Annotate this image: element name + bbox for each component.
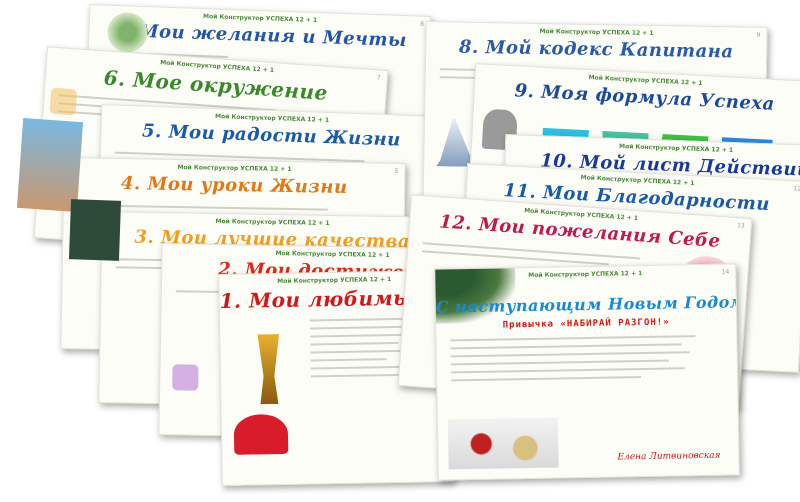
chalkboard-photo xyxy=(68,199,122,261)
slide-number: 13 xyxy=(736,222,745,230)
body-text xyxy=(450,335,723,388)
slide-collage: Мой Конструктор УСПЕХА 12 + 1 8 7. Мои ж… xyxy=(0,0,800,502)
gift-heart-icon xyxy=(233,413,289,455)
slide-number: 7 xyxy=(376,74,381,82)
puzzle-piece-icon xyxy=(172,364,199,391)
slide-new-year: Мой Конструктор УСПЕХА 12 + 1 14 С насту… xyxy=(434,263,740,481)
slide-number: 5 xyxy=(394,167,399,175)
slide-number: 9 xyxy=(756,31,761,39)
slide-title: С наступающим Новым Годом! xyxy=(435,292,740,317)
christmas-ornaments-icon xyxy=(447,417,559,470)
slide-number: 12 xyxy=(793,185,800,193)
slide-number: 14 xyxy=(721,268,730,276)
puzzle-piece-icon xyxy=(49,87,78,116)
christmas-tree-icon xyxy=(106,11,149,54)
signature: Елена Литвиновская xyxy=(617,450,721,463)
slide-number: 8 xyxy=(420,20,425,28)
trophy-icon xyxy=(250,334,287,405)
couple-photo xyxy=(16,118,84,212)
